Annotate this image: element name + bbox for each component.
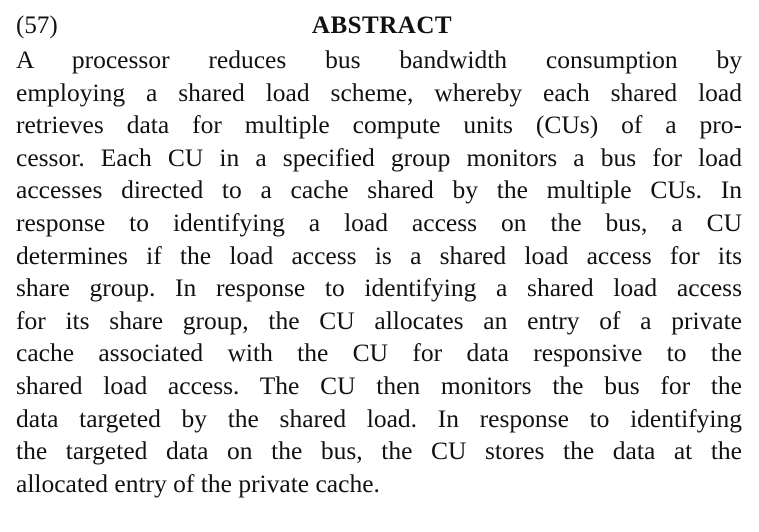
abstract-line: determines if the load access is a share… [16, 240, 742, 270]
abstract-line: the targeted data on the bus, the CU sto… [16, 436, 742, 466]
abstract-line: data targeted by the shared load. In res… [16, 403, 742, 433]
abstract-line: cessor. Each CU in a specified group mon… [16, 142, 742, 172]
abstract-body: A processor reduces bus bandwidth consum… [16, 44, 742, 500]
abstract-page: (57) ABSTRACT A processor reduces bus ba… [16, 0, 742, 500]
abstract-line: employing a shared load scheme, whereby … [16, 77, 742, 107]
abstract-line: accesses directed to a cache shared by t… [16, 175, 742, 205]
abstract-line: retrieves data for multiple compute unit… [16, 110, 742, 140]
abstract-line: A processor reduces bus bandwidth consum… [16, 45, 742, 74]
abstract-line: shared load access. The CU then monitors… [16, 370, 742, 400]
abstract-line: cache associated with the CU for data re… [16, 338, 742, 368]
abstract-header: (57) ABSTRACT [16, 0, 742, 40]
abstract-line: for its share group, the CU allocates an… [16, 305, 742, 335]
section-title: ABSTRACT [311, 12, 453, 39]
abstract-line: share group. In response to identifying … [16, 273, 742, 303]
abstract-line-last: allocated entry of the private cache. [16, 468, 380, 498]
abstract-line: response to identifying a load access on… [16, 207, 742, 237]
